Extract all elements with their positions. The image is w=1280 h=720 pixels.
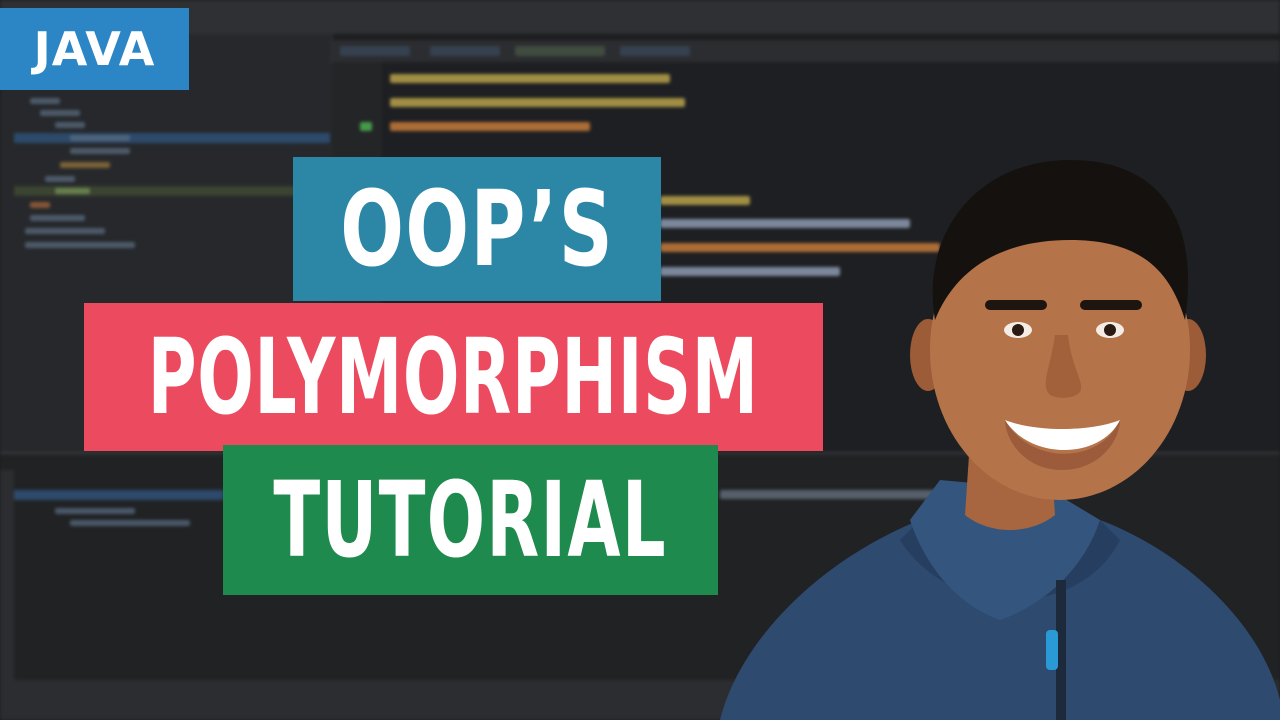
java-tag: JAVA — [0, 8, 189, 90]
title-line-polymorphism: POLYMORPHISM — [84, 303, 823, 451]
title-line-oops: OOP’S — [293, 157, 661, 301]
title-line3-text: TUTORIAL — [273, 459, 668, 581]
ide-run-selection — [14, 490, 224, 500]
ide-titlebar — [0, 0, 1280, 34]
ide-left-rail — [0, 470, 14, 680]
title-line1-text: OOP’S — [340, 168, 614, 290]
title-line2-text: POLYMORPHISM — [148, 316, 759, 438]
ide-tab-bar — [330, 40, 1280, 63]
ide-tree-selection — [14, 133, 330, 143]
java-tag-label: JAVA — [33, 22, 156, 76]
title-line-tutorial: TUTORIAL — [223, 445, 718, 595]
